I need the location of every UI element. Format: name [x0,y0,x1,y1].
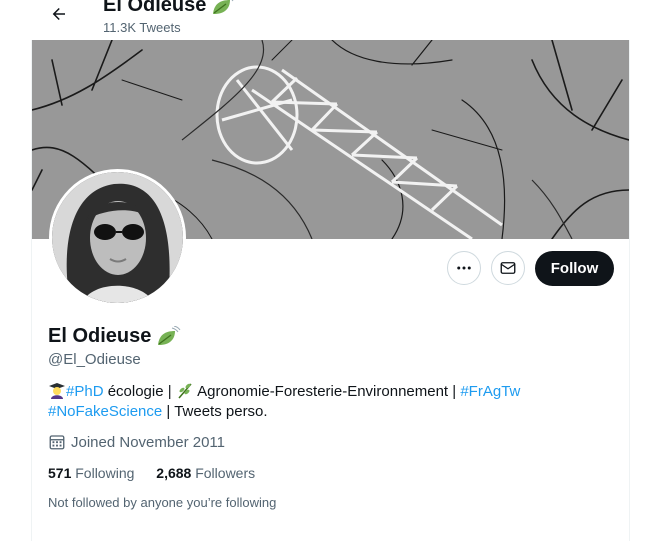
profile-handle: @El_Odieuse [48,351,141,368]
hashtag-phd[interactable]: #PhD [66,383,104,400]
following-link[interactable]: 571 Following [48,465,134,481]
avatar[interactable] [49,169,186,306]
following-count: 571 [48,465,72,481]
avatar-photo [52,172,183,303]
joined-date: Joined November 2011 [71,433,225,451]
message-button[interactable] [491,251,525,285]
following-label: Following [75,465,135,481]
header-title: El Odieuse [103,0,236,17]
herb-icon [178,383,192,399]
follow-stats: 571 Following 2,688 Followers [48,465,273,481]
followers-label: Followers [195,465,256,481]
calendar-icon [49,435,65,450]
not-followed-notice: Not followed by anyone you’re following [48,495,277,510]
followers-link[interactable]: 2,688 Followers [156,465,255,481]
followers-count: 2,688 [156,465,192,481]
more-button[interactable] [447,251,481,285]
bio-text-1: écologie | [103,383,172,400]
back-button[interactable] [46,1,72,27]
leaf-fluttering-in-wind-icon [213,0,234,14]
hashtag-fragtw[interactable]: #FrAgTw [460,383,520,400]
profile-name-row: El Odieuse [48,325,181,348]
leaf-fluttering-in-wind-icon [158,325,181,345]
envelope-icon [500,262,516,274]
follow-button[interactable]: Follow [535,251,614,286]
bio-text-2: Agronomie-Foresterie-Environnement | [193,383,457,400]
joined-date-row: Joined November 2011 [48,433,225,451]
profile-bio: #PhD écologie | Agronomie-Foresterie-Env… [48,381,608,422]
hashtag-nofakescience[interactable]: #NoFakeScience [48,403,162,420]
student-icon [49,383,65,399]
bio-text-3: | Tweets perso. [162,403,268,420]
arrow-left-icon [52,8,65,20]
header-name: El Odieuse [103,0,207,16]
more-dots-icon [457,266,471,270]
tweet-count: 11.3K Tweets [103,20,181,35]
profile-name: El Odieuse [48,325,152,347]
